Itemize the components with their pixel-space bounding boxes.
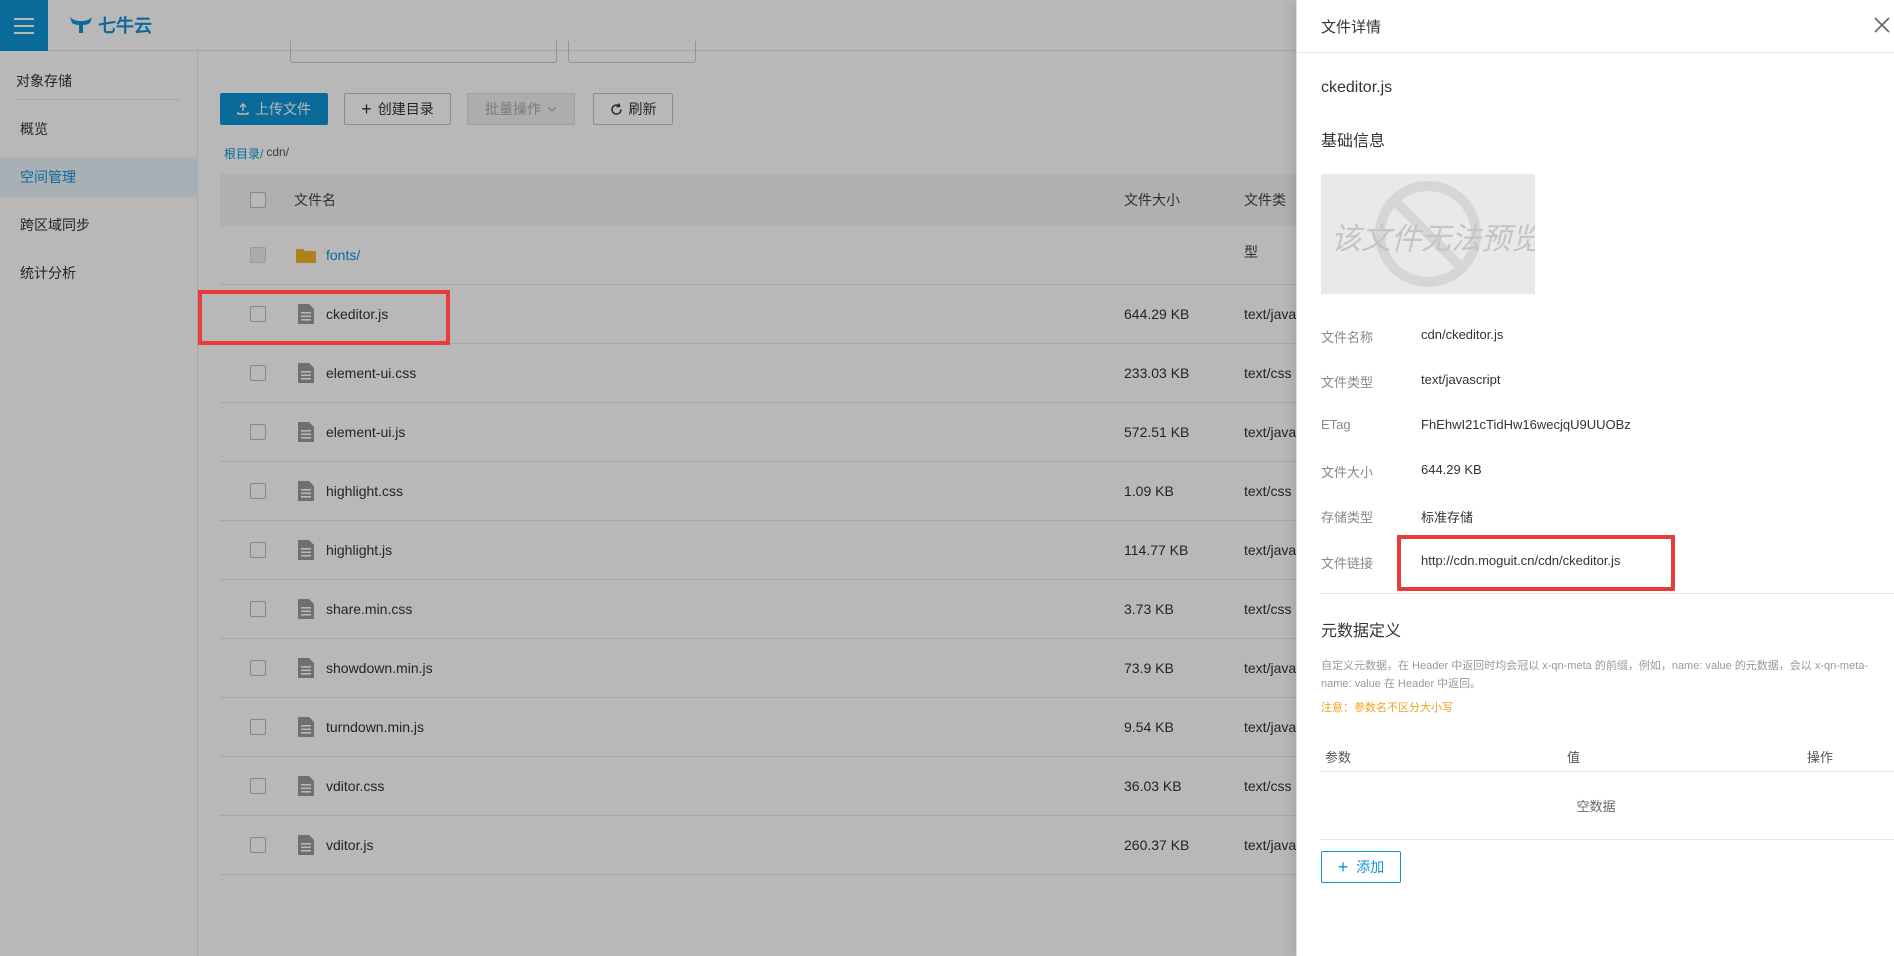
metadata-description: 自定义元数据，在 Header 中返回时均会冠以 x-qn-meta 的前缀，例… (1321, 660, 1869, 690)
field-value-storage-class: 标准存储 (1421, 510, 1474, 525)
field-value-name: cdn/ckeditor.js (1421, 327, 1504, 342)
plus-icon: + (1337, 857, 1349, 877)
field-value-type: text/javascript (1421, 372, 1501, 387)
field-label-type: 文件类型 (1321, 375, 1374, 390)
field-label-name: 文件名称 (1321, 330, 1374, 345)
file-detail-drawer: 文件详情 ckeditor.js 基础信息 该文件无法预览 文件名称 cdn/c… (1296, 0, 1894, 956)
meta-header-action: 操作 (1807, 750, 1834, 765)
field-label-etag: ETag (1321, 417, 1351, 432)
modal-overlay[interactable] (0, 0, 1296, 956)
field-label-link: 文件链接 (1321, 556, 1374, 571)
close-icon[interactable] (1871, 14, 1893, 36)
highlight-annotation-link (1397, 535, 1675, 591)
add-metadata-label: 添加 (1356, 859, 1385, 875)
file-preview: 该文件无法预览 (1321, 174, 1535, 294)
field-value-size: 644.29 KB (1421, 462, 1482, 477)
metadata-heading: 元数据定义 (1321, 623, 1402, 640)
add-metadata-button[interactable]: + 添加 (1321, 851, 1401, 883)
drawer-header: 文件详情 (1297, 0, 1894, 53)
basic-info-heading: 基础信息 (1321, 133, 1386, 150)
meta-header-value: 值 (1567, 750, 1581, 765)
drawer-title: 文件详情 (1321, 19, 1382, 36)
meta-table-bottom-divider (1321, 839, 1894, 840)
no-preview-text: 该文件无法预览 (1331, 223, 1535, 256)
metadata-note: 注意：参数名不区分大小写 (1321, 702, 1453, 714)
field-label-size: 文件大小 (1321, 465, 1374, 480)
meta-table-divider (1321, 771, 1894, 772)
field-value-etag: FhEhwI21cTidHw16wecjqU9UUOBz (1421, 417, 1631, 432)
metadata-empty-state: 空数据 (1576, 799, 1616, 814)
field-label-storage-class: 存储类型 (1321, 510, 1374, 525)
detail-file-name: ckeditor.js (1321, 79, 1393, 96)
highlight-annotation-row (198, 290, 450, 345)
section-divider (1321, 593, 1894, 594)
meta-header-param: 参数 (1325, 750, 1352, 765)
